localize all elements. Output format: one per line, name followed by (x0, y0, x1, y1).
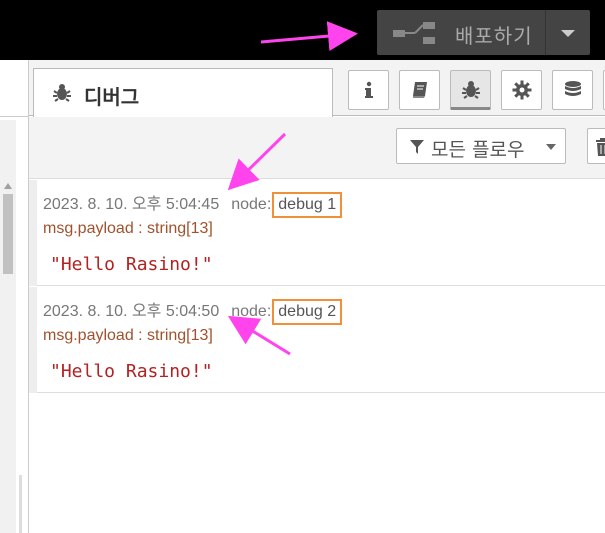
deploy-label: 배포하기 (455, 24, 533, 48)
trash-icon (596, 138, 605, 156)
tab-debug-button[interactable] (450, 70, 491, 110)
caret-down-icon (546, 144, 556, 150)
message-meta: 2023. 8. 10. 오후 5:04:45 node: debug 1 (43, 190, 343, 218)
info-icon (365, 81, 373, 98)
workspace-edge (0, 60, 29, 533)
filter-flows-button[interactable]: 모든 플로우 (396, 128, 566, 164)
message-payload: "Hello Rasino!" (50, 254, 213, 275)
tab-context[interactable] (552, 70, 593, 110)
debug-toolbar: 모든 플로우 (29, 117, 605, 179)
message-stripe (29, 287, 37, 393)
message-timestamp: 2023. 8. 10. 오후 5:04:50 (43, 303, 220, 320)
node-name-link[interactable]: debug 1 (272, 192, 343, 218)
book-icon (413, 82, 427, 98)
filter-label: 모든 플로우 (431, 139, 525, 161)
message-stripe (29, 180, 37, 286)
tab-config[interactable] (501, 70, 542, 110)
scrollbar[interactable] (0, 120, 16, 533)
message-path[interactable]: msg.payload : string[13] (43, 220, 213, 238)
tab-label: 디버그 (84, 85, 140, 109)
tab-info[interactable] (348, 70, 389, 110)
database-icon (565, 81, 581, 96)
tab-help[interactable] (399, 70, 440, 110)
tab-debug[interactable]: 디버그 (33, 68, 333, 117)
node-name-link[interactable]: debug 2 (272, 299, 343, 325)
divider (0, 116, 29, 117)
scroll-up-icon[interactable] (3, 182, 13, 190)
message-payload: "Hello Rasino!" (50, 361, 213, 382)
scrollbar-thumb[interactable] (3, 194, 13, 274)
bug-icon (53, 84, 71, 102)
message-meta: 2023. 8. 10. 오후 5:04:50 node: debug 2 (43, 297, 343, 325)
debug-message[interactable]: 2023. 8. 10. 오후 5:04:45 node: debug 1 msg.… (29, 180, 605, 286)
message-timestamp: 2023. 8. 10. 오후 5:04:45 (43, 196, 220, 213)
gear-icon (512, 80, 532, 100)
node-prefix: node: (231, 303, 272, 320)
filter-icon (410, 140, 424, 154)
caret-down-icon[interactable] (558, 24, 578, 42)
divider (19, 475, 22, 533)
clear-messages-button[interactable] (587, 128, 605, 164)
debug-message-list: 2023. 8. 10. 오후 5:04:45 node: debug 1 msg.… (29, 180, 605, 533)
debug-message[interactable]: 2023. 8. 10. 오후 5:04:50 node: debug 2 msg.… (29, 287, 605, 393)
top-header: 배포하기 (0, 0, 605, 60)
node-prefix: node: (231, 196, 272, 213)
sidebar-tab-bar: 디버그 (29, 60, 605, 117)
bug-icon (462, 81, 480, 99)
deploy-flow-icon (393, 22, 435, 44)
message-path[interactable]: msg.payload : string[13] (43, 327, 213, 345)
deploy-separator (545, 10, 546, 55)
deploy-button[interactable]: 배포하기 (377, 10, 590, 55)
